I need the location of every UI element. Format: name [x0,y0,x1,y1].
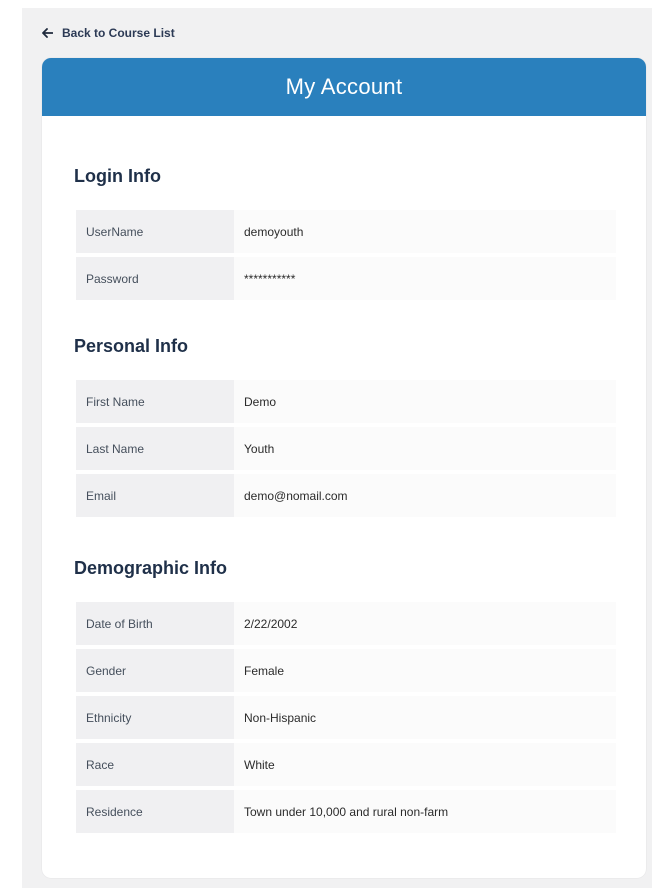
field-label: Date of Birth [76,602,234,645]
section-title-login-info: Login Info [74,166,161,186]
field-label: UserName [76,210,234,253]
table-row: Email demo@nomail.com [76,474,616,517]
field-value: Town under 10,000 and rural non-farm [234,790,616,833]
field-value: 2/22/2002 [234,602,616,645]
field-label: Gender [76,649,234,692]
personal-info-table: First Name Demo Last Name Youth Email de… [76,376,616,521]
card-header: My Account [42,58,646,116]
back-link-label: Back to Course List [62,26,175,40]
field-value: demoyouth [234,210,616,253]
field-value: Demo [234,380,616,423]
field-value: Female [234,649,616,692]
field-value: *********** [234,257,616,300]
page-background: Back to Course List My Account Login Inf… [22,8,652,888]
account-card: My Account Login Info UserName demoyouth… [42,58,646,878]
field-value: Non-Hispanic [234,696,616,739]
table-row: Residence Town under 10,000 and rural no… [76,790,616,833]
table-row: First Name Demo [76,380,616,423]
field-label: Last Name [76,427,234,470]
field-label: Race [76,743,234,786]
table-row: Ethnicity Non-Hispanic [76,696,616,739]
section-title-personal-info: Personal Info [74,336,189,356]
page-title: My Account [285,74,403,99]
field-label: Email [76,474,234,517]
section-title-demographic-info: Demographic Info [74,558,228,578]
field-value: White [234,743,616,786]
back-to-course-list-link[interactable]: Back to Course List [42,26,175,40]
arrow-left-icon [42,28,53,38]
table-row: UserName demoyouth [76,210,616,253]
table-row: Race White [76,743,616,786]
table-row: Date of Birth 2/22/2002 [76,602,616,645]
field-value: demo@nomail.com [234,474,616,517]
field-value: Youth [234,427,616,470]
table-row: Password *********** [76,257,616,300]
table-row: Last Name Youth [76,427,616,470]
demographic-info-table: Date of Birth 2/22/2002 Gender Female Et… [76,598,616,837]
field-label: Password [76,257,234,300]
table-row: Gender Female [76,649,616,692]
field-label: First Name [76,380,234,423]
field-label: Ethnicity [76,696,234,739]
field-label: Residence [76,790,234,833]
login-info-table: UserName demoyouth Password *********** [76,206,616,304]
